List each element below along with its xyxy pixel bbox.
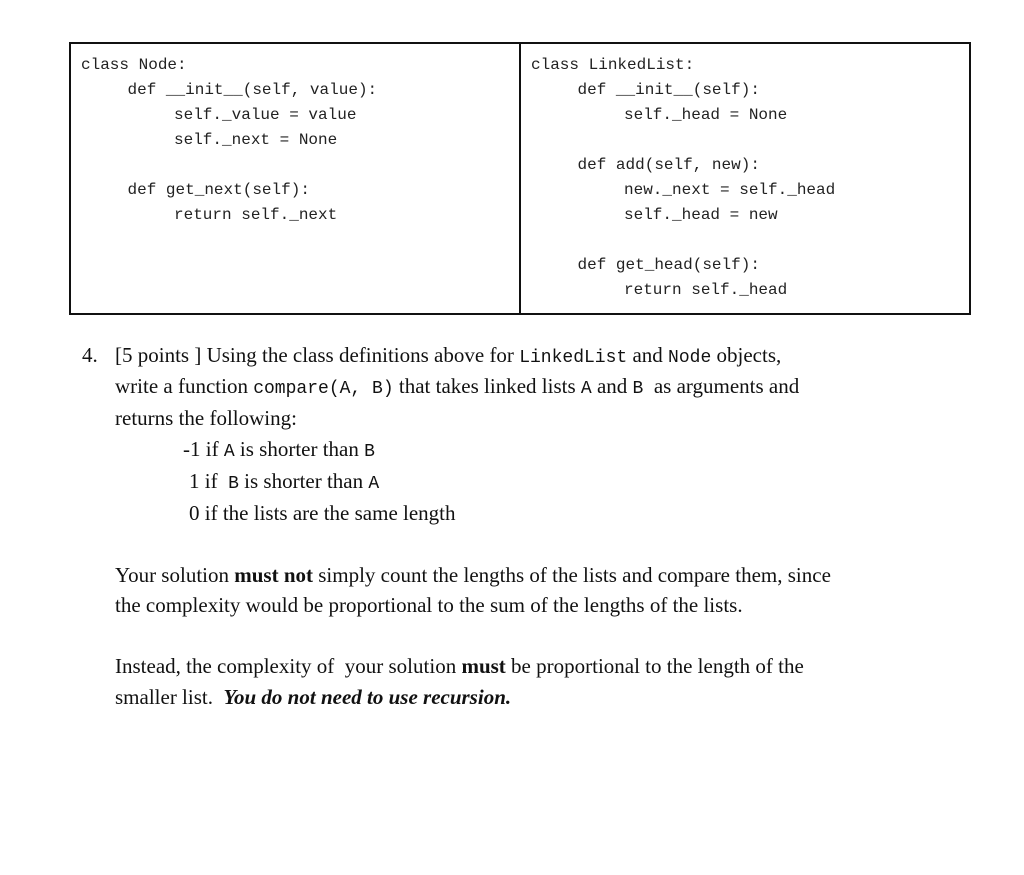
code-table: class Node: def __init__(self, value): sel…: [69, 42, 971, 315]
text: Using the class definitions above for: [201, 343, 520, 367]
text: simply count the lengths of the lists an…: [313, 563, 831, 587]
text: if: [199, 469, 229, 493]
code-b: B: [632, 379, 644, 399]
case-value: 1: [189, 469, 200, 493]
code: B: [364, 442, 375, 462]
text: if: [200, 437, 224, 461]
code-line: class Node:: [81, 56, 187, 74]
paragraph-1-line-2: the complexity would be proportional to …: [115, 593, 743, 617]
text: smaller list.: [115, 685, 224, 709]
code-line: return self._head: [624, 281, 788, 299]
points-label: [5 points ]: [115, 343, 202, 367]
code-line: self._head = new: [624, 206, 778, 224]
paragraph-1-line-1: Your solution must not simply count the …: [115, 563, 831, 588]
text: as arguments and: [643, 374, 800, 398]
question-line-1: [5 points ] Using the class definitions …: [115, 343, 781, 368]
code-compare: compare(A, B): [253, 379, 394, 399]
text: if the lists are the same length: [199, 501, 456, 525]
case-one: 1 if B is shorter than A: [189, 469, 379, 494]
paragraph-2-line-2: smaller list. You do not need to use rec…: [115, 685, 511, 710]
text: be proportional to the length of the: [505, 654, 804, 678]
text: is shorter than: [238, 469, 369, 493]
text: is shorter than: [234, 437, 365, 461]
code-line: def get_head(self):: [577, 256, 760, 274]
code-line: self._head = None: [624, 106, 788, 124]
text: Your solution: [115, 563, 235, 587]
text: objects,: [711, 343, 782, 367]
emphasis-must: must: [461, 654, 506, 678]
linkedlist-class-code: class LinkedList: def __init__(self):self…: [521, 44, 969, 313]
code: B: [228, 474, 239, 494]
emphasis-no-recursion: You do not need to use recursion.: [223, 685, 512, 709]
code-line: return self._next: [174, 206, 338, 224]
emphasis-must-not: must not: [234, 563, 313, 587]
question-number: 4.: [82, 343, 98, 367]
code-line: def __init__(self, value):: [127, 81, 378, 99]
case-value: -1: [183, 437, 201, 461]
question-line-2: write a function compare(A, B) that take…: [115, 374, 799, 399]
code: A: [368, 474, 380, 494]
case-minus-one: -1 if A is shorter than B: [183, 437, 375, 462]
text: and: [591, 374, 633, 398]
case-value: 0: [189, 501, 200, 525]
paragraph-2-line-1: Instead, the complexity of your solution…: [115, 654, 804, 679]
text: write a function: [115, 374, 254, 398]
code-line: class LinkedList:: [531, 56, 695, 74]
text: that takes linked lists: [393, 374, 581, 398]
code-line: self._value = value: [174, 106, 357, 124]
code-node: Node: [668, 348, 712, 368]
text: and: [627, 343, 669, 367]
text: Instead, the complexity of your solution: [115, 654, 462, 678]
case-zero: 0 if the lists are the same length: [189, 501, 456, 526]
code: A: [223, 442, 235, 462]
code-line: def __init__(self):: [577, 81, 760, 99]
code-line: new._next = self._head: [624, 181, 836, 199]
node-class-code: class Node: def __init__(self, value): sel…: [71, 44, 521, 313]
code-line: def add(self, new):: [577, 156, 760, 174]
question-line-3: returns the following:: [115, 406, 297, 430]
code-line: def get_next(self):: [127, 181, 310, 199]
code-line: self._next = None: [174, 131, 338, 149]
code-a: A: [580, 379, 592, 399]
code-linkedlist: LinkedList: [519, 348, 628, 368]
